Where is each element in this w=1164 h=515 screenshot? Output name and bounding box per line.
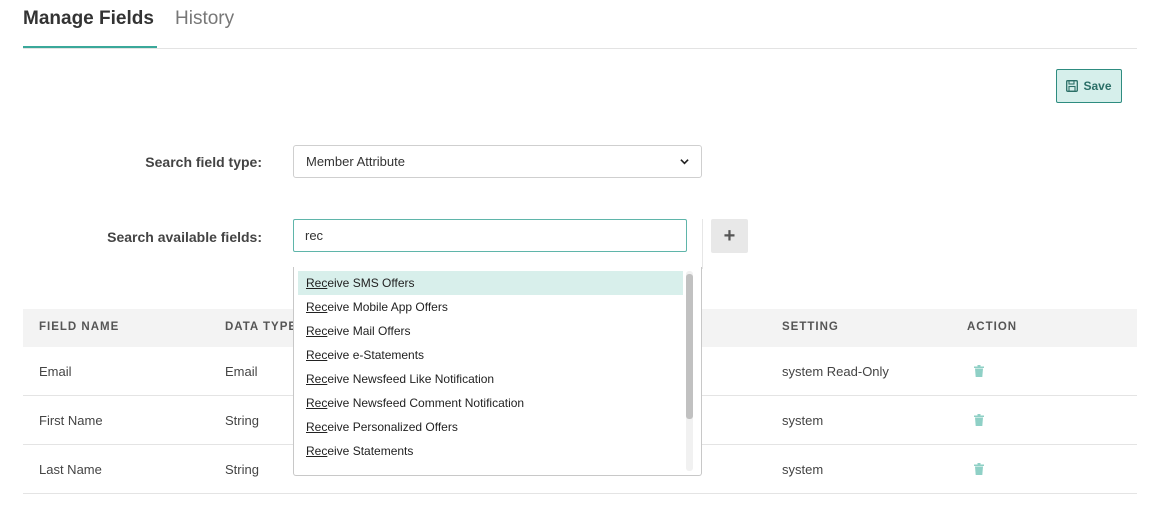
autocomplete-item[interactable]: Rec eive Newsfeed Like Notification: [298, 367, 683, 391]
column-field-name: FIELD NAME: [39, 321, 120, 333]
autocomplete-item[interactable]: Rec eive Personalized Offers: [298, 415, 683, 439]
data-type: String: [225, 413, 259, 428]
item-text: eive Newsfeed Like Notification: [327, 372, 495, 386]
tab-manage-fields[interactable]: Manage Fields: [23, 8, 157, 48]
field-type-value: Member Attribute: [306, 154, 405, 169]
save-label: Save: [1083, 79, 1112, 93]
trash-icon[interactable]: [974, 414, 984, 426]
available-fields-label: Search available fields:: [107, 229, 262, 245]
add-field-button[interactable]: +: [711, 219, 748, 253]
field-name: First Name: [39, 413, 103, 428]
floppy-disk-icon: [1066, 80, 1079, 92]
dropdown-scrollbar[interactable]: [686, 271, 693, 471]
field-type-label: Search field type:: [145, 154, 262, 170]
item-text: eive Personalized Offers: [327, 420, 458, 434]
autocomplete-item[interactable]: Rec eive Statements: [298, 439, 683, 463]
match-text: Rec: [306, 444, 328, 458]
item-text: eive SMS Offers: [327, 276, 415, 290]
item-text: eive Mail Offers: [327, 324, 411, 338]
search-fields-value: rec: [305, 228, 324, 243]
autocomplete-dropdown: Rec eive SMS Offers Rec eive Mobile App Of…: [293, 267, 702, 476]
autocomplete-item[interactable]: Rec eive Newsfeed Comment Notification: [298, 391, 683, 415]
trash-icon[interactable]: [974, 365, 984, 377]
chevron-down-icon: [680, 159, 689, 165]
setting: system Read-Only: [782, 364, 889, 379]
tab-bar: Manage Fields History: [23, 0, 1137, 49]
autocomplete-item[interactable]: Rec eive Mobile App Offers: [298, 295, 683, 319]
column-action: ACTION: [967, 321, 1018, 333]
autocomplete-item[interactable]: Rec eive SMS Offers: [298, 271, 683, 295]
match-text: Rec: [306, 420, 328, 434]
item-text: eive e-Statements: [327, 348, 425, 362]
item-text: eive Mobile App Offers: [327, 300, 448, 314]
field-type-select[interactable]: Member Attribute: [293, 145, 702, 178]
field-name: Last Name: [39, 462, 102, 477]
setting: system: [782, 413, 824, 428]
setting: system: [782, 462, 824, 477]
match-text: Rec: [306, 324, 328, 338]
tab-history[interactable]: History: [175, 8, 234, 48]
item-text: eive Statements: [327, 444, 414, 458]
match-text: Rec: [306, 396, 328, 410]
match-text: Rec: [306, 300, 328, 314]
search-fields-input[interactable]: rec: [293, 219, 687, 252]
data-type: Email: [225, 364, 258, 379]
autocomplete-item[interactable]: Rec eive Mail Offers: [298, 319, 683, 343]
column-setting: SETTING: [782, 321, 839, 333]
column-data-type: DATA TYPE: [225, 321, 298, 333]
item-text: eive Newsfeed Comment Notification: [327, 396, 525, 410]
autocomplete-item[interactable]: Rec eive e-Statements: [298, 343, 683, 367]
scrollbar-thumb[interactable]: [686, 274, 693, 419]
save-button[interactable]: Save: [1056, 69, 1122, 103]
field-name: Email: [39, 364, 72, 379]
match-text: Rec: [306, 372, 328, 386]
autocomplete-list: Rec eive SMS Offers Rec eive Mobile App Of…: [298, 271, 683, 463]
divider: [702, 219, 703, 269]
match-text: Rec: [306, 276, 328, 290]
trash-icon[interactable]: [974, 463, 984, 475]
data-type: String: [225, 462, 259, 477]
match-text: Rec: [306, 348, 328, 362]
